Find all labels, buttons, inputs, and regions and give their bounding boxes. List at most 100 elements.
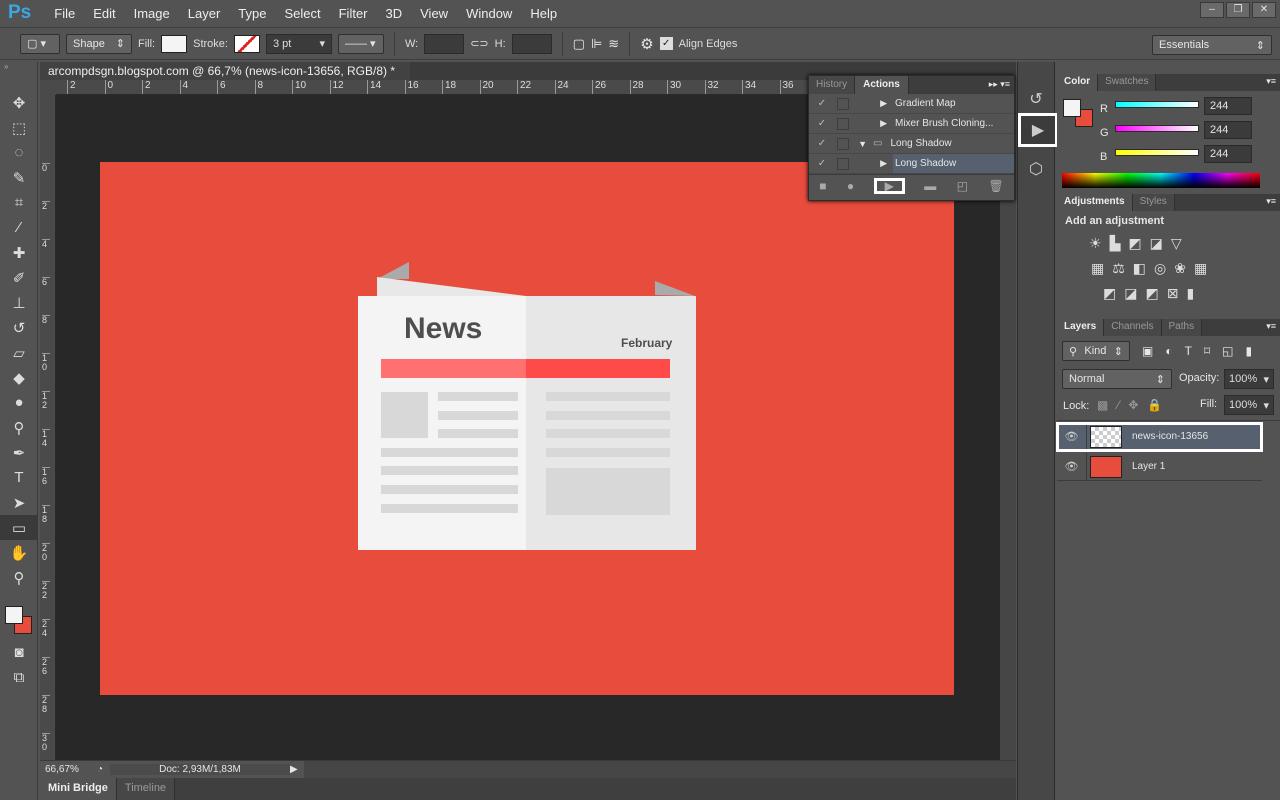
link-icon[interactable]: ⊂⊃: [470, 37, 488, 50]
expand-right-icon[interactable]: ▶: [857, 158, 893, 169]
tab-styles[interactable]: Styles: [1132, 194, 1175, 211]
blur-tool[interactable]: ●: [0, 390, 38, 415]
menu-view[interactable]: View: [411, 6, 457, 21]
action-item[interactable]: ✓ ▶ Mixer Brush Cloning...: [809, 114, 1014, 134]
eraser-tool[interactable]: ▱: [0, 340, 38, 365]
menu-window[interactable]: Window: [457, 6, 521, 21]
panel-menu-icon[interactable]: ▸▸ ▾≡: [989, 79, 1010, 90]
check-icon[interactable]: ✓: [809, 158, 835, 169]
action-item[interactable]: ✓ ▼ ▭ Long Shadow: [809, 134, 1014, 154]
fill-swatch[interactable]: [161, 34, 188, 53]
expand-down-icon[interactable]: ▼: [857, 139, 873, 149]
gradient-map-icon[interactable]: ▮: [1186, 285, 1194, 302]
path-alignment-icon[interactable]: ⊫: [591, 36, 602, 52]
document-tab[interactable]: arcompdsgn.blogspot.com @ 66,7% (news-ic…: [40, 62, 410, 92]
minimize-button[interactable]: –: [1200, 2, 1224, 18]
quick-selection-tool[interactable]: ✎: [0, 165, 38, 190]
visibility-eye-icon[interactable]: 👁: [1057, 453, 1087, 480]
close-button[interactable]: ✕: [1252, 2, 1276, 18]
dialog-toggle[interactable]: [837, 97, 849, 110]
smart-object-filter-icon[interactable]: ◱: [1222, 344, 1233, 358]
tab-channels[interactable]: Channels: [1104, 319, 1162, 336]
path-operations-icon[interactable]: ▢: [573, 36, 585, 52]
color-spectrum[interactable]: [1062, 173, 1260, 188]
zoom-level[interactable]: 66,67%: [40, 764, 90, 775]
healing-brush-tool[interactable]: ✚: [0, 240, 38, 265]
paint-bucket-tool[interactable]: ◆: [0, 365, 38, 390]
blend-mode-select[interactable]: Normal ⇕: [1062, 369, 1172, 389]
panel-menu-icon[interactable]: ▾≡: [1266, 196, 1276, 207]
vertical-ruler[interactable]: 0 2 4 6 8 10 12 14 16 18 20 22 24 26 28 30: [40, 95, 56, 760]
dialog-toggle[interactable]: [837, 137, 849, 150]
path-selection-tool[interactable]: ➤: [0, 490, 38, 515]
history-brush-tool[interactable]: ↺: [0, 315, 38, 340]
horizontal-scrollbar[interactable]: [304, 761, 1016, 778]
foreground-color-swatch[interactable]: [5, 606, 23, 624]
menu-file[interactable]: File: [45, 6, 84, 21]
menu-help[interactable]: Help: [521, 6, 566, 21]
tab-swatches[interactable]: Swatches: [1098, 74, 1157, 91]
gear-icon[interactable]: ⚙: [640, 35, 653, 53]
tab-actions[interactable]: Actions: [855, 76, 909, 94]
move-tool[interactable]: ✥: [0, 90, 38, 115]
hand-tool[interactable]: ✋: [0, 540, 38, 565]
stroke-type-select[interactable]: —— ▾: [337, 33, 384, 54]
new-set-icon[interactable]: ▬: [924, 179, 936, 193]
panel-menu-icon[interactable]: ▾≡: [1266, 321, 1276, 332]
curves-icon[interactable]: ◩: [1128, 235, 1141, 252]
rectangle-tool[interactable]: ▭: [0, 515, 38, 540]
stroke-width-input[interactable]: 3 pt ▾: [265, 33, 332, 54]
dialog-toggle[interactable]: [837, 157, 849, 170]
dialog-toggle[interactable]: [837, 117, 849, 130]
type-tool[interactable]: T: [0, 465, 38, 490]
ruler-origin[interactable]: [40, 80, 56, 95]
quick-mask-icon[interactable]: ◙: [0, 640, 38, 665]
status-menu-arrow-icon[interactable]: ▶: [290, 764, 304, 775]
brightness-icon[interactable]: ☀: [1089, 235, 1102, 252]
photo-filter-icon[interactable]: ◎: [1154, 260, 1166, 277]
black-white-icon[interactable]: ◧: [1133, 260, 1146, 277]
dodge-tool[interactable]: ⚲: [0, 415, 38, 440]
menu-edit[interactable]: Edit: [84, 6, 124, 21]
exposure-icon[interactable]: ◪: [1150, 235, 1163, 252]
invert-icon[interactable]: ◩: [1103, 285, 1116, 302]
fill-input[interactable]: 100% ▾: [1224, 395, 1274, 415]
check-icon[interactable]: ✓: [809, 138, 835, 149]
panel-collapse-icon[interactable]: »: [0, 62, 37, 71]
clone-stamp-tool[interactable]: ⊥: [0, 290, 38, 315]
menu-select[interactable]: Select: [275, 6, 329, 21]
color-lookup-icon[interactable]: ▦: [1194, 260, 1207, 277]
stroke-swatch[interactable]: [233, 34, 260, 53]
marquee-tool[interactable]: ⬚: [0, 115, 38, 140]
eyedropper-tool[interactable]: ⁄: [0, 215, 38, 240]
tool-preset-picker[interactable]: ▢ ▾: [20, 33, 60, 54]
zoom-tool[interactable]: ⚲: [0, 565, 38, 590]
pixel-filter-icon[interactable]: ▣: [1142, 344, 1153, 358]
channel-b-input[interactable]: 244: [1204, 145, 1252, 163]
color-swatches[interactable]: [0, 600, 37, 640]
menu-filter[interactable]: Filter: [330, 6, 377, 21]
new-action-icon[interactable]: ◰: [957, 179, 968, 193]
layer-filter-select[interactable]: ⚲ Kind ⇕: [1062, 341, 1130, 361]
tab-adjustments[interactable]: Adjustments: [1057, 194, 1133, 211]
lock-position-icon[interactable]: ✥: [1128, 398, 1138, 412]
expand-right-icon[interactable]: ▶: [857, 118, 893, 129]
lasso-tool[interactable]: ◌: [0, 140, 38, 165]
brush-tool[interactable]: ✐: [0, 265, 38, 290]
3d-icon[interactable]: ⬡: [1018, 154, 1054, 184]
threshold-icon[interactable]: ◩: [1145, 285, 1158, 302]
channel-r-input[interactable]: 244: [1204, 97, 1252, 115]
levels-icon[interactable]: ▙: [1110, 235, 1121, 252]
opacity-input[interactable]: 100% ▾: [1224, 369, 1274, 389]
menu-image[interactable]: Image: [125, 6, 179, 21]
posterize-icon[interactable]: ◪: [1124, 285, 1137, 302]
check-icon[interactable]: ✓: [809, 98, 835, 109]
layer-row[interactable]: 👁 news-icon-13656: [1056, 422, 1263, 452]
delete-icon[interactable]: 🗑: [988, 179, 1003, 193]
pen-tool[interactable]: ✒: [0, 440, 38, 465]
actions-play-icon[interactable]: ▶: [1018, 113, 1058, 147]
gradient-map-triangle-icon[interactable]: ▽: [1171, 235, 1182, 252]
channel-r-slider[interactable]: [1115, 101, 1199, 108]
lock-transparent-icon[interactable]: ▩: [1097, 398, 1108, 412]
screen-mode-icon[interactable]: ⧉: [0, 665, 38, 690]
